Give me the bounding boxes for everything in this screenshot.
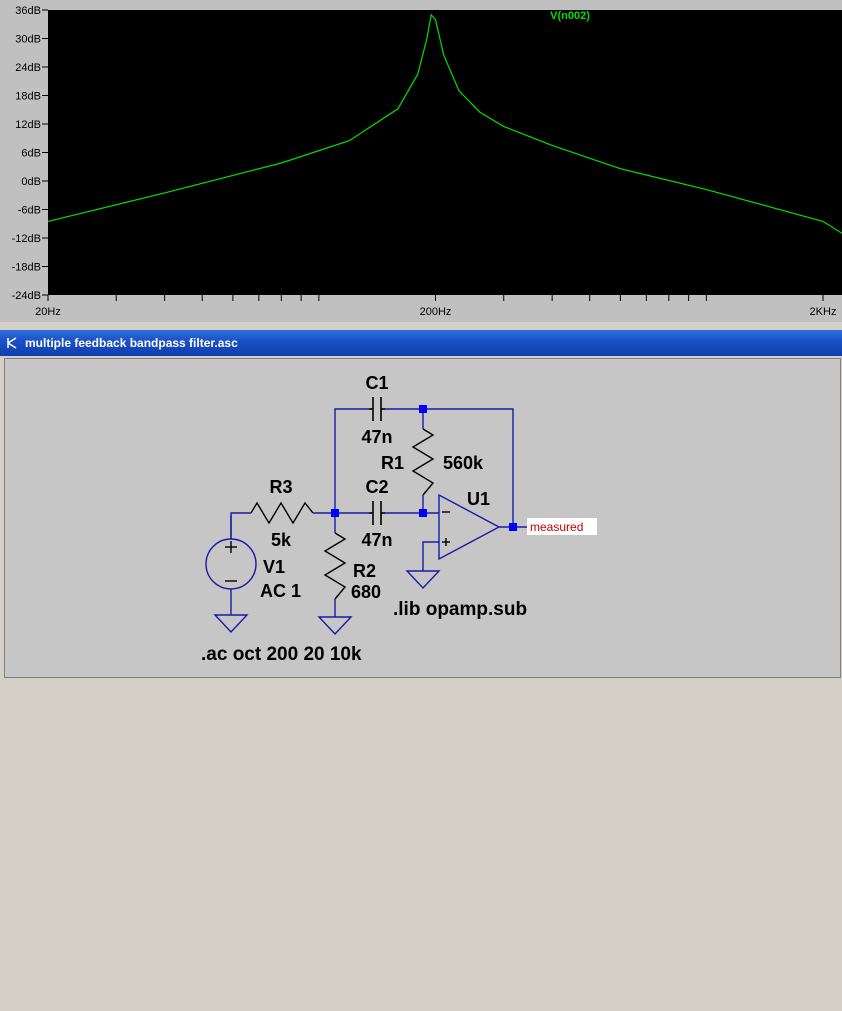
r3-name: R3: [269, 477, 292, 497]
schematic-drawing: measured C1 47n R1 560k C2 47n U1 R3 5k …: [201, 373, 597, 665]
y-tick-label: 6dB: [21, 148, 41, 160]
y-tick-label: 30dB: [15, 34, 41, 46]
y-tick-label: -24dB: [12, 290, 41, 302]
y-tick-label: -12dB: [12, 233, 41, 245]
ac-directive[interactable]: .ac oct 200 20 10k: [201, 644, 362, 665]
trace-name-label[interactable]: V(n002): [550, 10, 590, 22]
plot-area[interactable]: [48, 10, 842, 295]
c2-value: 47n: [361, 530, 392, 550]
ground-icon: [405, 570, 441, 590]
x-tick-label: 20Hz: [35, 306, 61, 318]
v1-value: AC 1: [260, 581, 301, 601]
lib-directive[interactable]: .lib opamp.sub: [393, 599, 527, 620]
r3-resistor[interactable]: [250, 501, 314, 525]
x-tick-label: 200Hz: [420, 306, 452, 318]
y-tick-label: 36dB: [15, 5, 41, 17]
v1-voltage-source[interactable]: [205, 515, 257, 590]
x-tick-label: 2KHz: [810, 306, 837, 318]
r2-name: R2: [353, 561, 376, 581]
r2-resistor[interactable]: [323, 532, 347, 600]
v1-name: V1: [263, 557, 285, 577]
y-axis-ticks: 36dB 30dB 24dB 18dB 12dB 6dB 0dB -6dB -12dB -18dB…: [12, 5, 48, 302]
junction-nodes: [331, 405, 517, 531]
net-label-measured[interactable]: measured: [527, 518, 597, 535]
grid-ticks: [47, 295, 824, 301]
r3-value: 5k: [271, 530, 292, 550]
ground-icon: [213, 614, 249, 634]
r1-value: 560k: [443, 453, 484, 473]
y-tick-label: -18dB: [12, 262, 41, 274]
c2-capacitor[interactable]: [369, 501, 385, 525]
r1-name: R1: [381, 453, 404, 473]
waveform-svg: 36dB 30dB 24dB 18dB 12dB 6dB 0dB -6dB -12dB -18dB…: [12, 5, 842, 318]
waveform-viewer[interactable]: 36dB 30dB 24dB 18dB 12dB 6dB 0dB -6dB -12dB -18dB…: [0, 0, 842, 322]
net-label-text: measured: [530, 520, 583, 534]
r1-resistor[interactable]: [411, 428, 435, 496]
y-tick-label: 18dB: [15, 91, 41, 103]
c2-name: C2: [365, 477, 388, 497]
y-tick-label: 0dB: [21, 176, 41, 188]
c1-name: C1: [365, 373, 388, 393]
x-axis-ticks: 20Hz 200Hz 2KHz: [35, 306, 836, 318]
u1-name: U1: [467, 489, 490, 509]
schematic-canvas[interactable]: measured C1 47n R1 560k C2 47n U1 R3 5k …: [4, 358, 841, 678]
c1-value: 47n: [361, 427, 392, 447]
schematic-window[interactable]: multiple feedback bandpass filter.asc me…: [0, 330, 842, 680]
y-tick-label: 12dB: [15, 119, 41, 131]
y-tick-label: -6dB: [18, 205, 41, 217]
c1-capacitor[interactable]: [369, 397, 385, 421]
y-tick-label: 24dB: [15, 62, 41, 74]
ground-icon: [317, 616, 353, 636]
r2-value: 680: [351, 582, 381, 602]
